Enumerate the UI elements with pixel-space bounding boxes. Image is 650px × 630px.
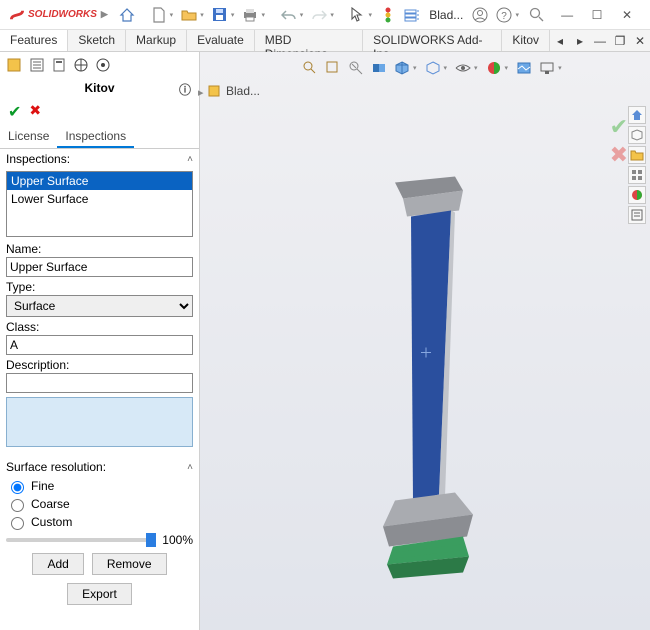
- doc-restore-button[interactable]: ❐: [610, 30, 630, 51]
- panel-icon-row: [0, 52, 199, 78]
- tab-inspections[interactable]: Inspections: [57, 126, 134, 148]
- open-icon[interactable]: [178, 3, 200, 27]
- list-item[interactable]: Lower Surface: [7, 190, 192, 208]
- view-orientation-icon[interactable]: [392, 58, 412, 78]
- description-label: Description:: [0, 355, 199, 373]
- hide-show-icon[interactable]: [453, 58, 473, 78]
- display-manager-icon[interactable]: [94, 56, 112, 74]
- export-button[interactable]: Export: [67, 583, 132, 605]
- zoom-fit-icon[interactable]: [300, 58, 320, 78]
- confirm-corner-cancel-icon[interactable]: ✖: [610, 142, 628, 168]
- section-view-icon[interactable]: [369, 58, 389, 78]
- panel-next-icon[interactable]: ▸: [570, 30, 590, 51]
- list-item[interactable]: Upper Surface: [7, 172, 192, 190]
- redo-icon[interactable]: [308, 3, 330, 27]
- design-library-icon[interactable]: [628, 126, 646, 144]
- scene-icon[interactable]: [514, 58, 534, 78]
- class-field[interactable]: [6, 335, 193, 355]
- name-label: Name:: [0, 239, 199, 257]
- search-icon[interactable]: [524, 3, 548, 27]
- description-field[interactable]: [6, 373, 193, 393]
- command-tabs: Features Sketch Markup Evaluate MBD Dime…: [0, 30, 650, 52]
- user-icon[interactable]: [469, 3, 491, 27]
- prev-view-icon[interactable]: [346, 58, 366, 78]
- home-icon[interactable]: [116, 3, 138, 27]
- res-fine-radio[interactable]: [11, 481, 24, 494]
- view-palette-icon[interactable]: [628, 166, 646, 184]
- tab-markup[interactable]: Markup: [126, 30, 187, 51]
- collapse-inspections-icon[interactable]: ˄: [187, 154, 193, 165]
- tab-kitov[interactable]: Kitov: [502, 30, 550, 51]
- name-field[interactable]: [6, 257, 193, 277]
- doc-minimize-button[interactable]: —: [590, 30, 610, 51]
- inspections-label: Inspections:: [6, 152, 70, 166]
- tab-features[interactable]: Features: [0, 30, 68, 51]
- res-coarse-radio[interactable]: [11, 499, 24, 512]
- resources-icon[interactable]: [628, 106, 646, 124]
- inspections-list[interactable]: Upper Surface Lower Surface: [6, 171, 193, 237]
- window-controls: — ☐ ✕: [524, 3, 646, 27]
- display-style-icon[interactable]: [423, 58, 443, 78]
- type-label: Type:: [0, 277, 199, 295]
- close-button[interactable]: ✕: [612, 3, 642, 27]
- help-icon[interactable]: ?: [493, 3, 515, 27]
- confirm-corner-ok-icon[interactable]: ✔: [610, 114, 628, 140]
- appearances-pane-icon[interactable]: [628, 186, 646, 204]
- tab-addins[interactable]: SOLIDWORKS Add-Ins: [363, 30, 502, 51]
- flyout-doc-tab[interactable]: Blad...: [208, 84, 260, 98]
- res-custom-label: Custom: [31, 515, 72, 529]
- flyout-tree-toggle[interactable]: ▸: [198, 86, 204, 99]
- property-manager-icon[interactable]: [28, 56, 46, 74]
- custom-props-icon[interactable]: [628, 206, 646, 224]
- select-icon[interactable]: [346, 3, 368, 27]
- appearance-icon[interactable]: [484, 58, 504, 78]
- new-icon[interactable]: [147, 3, 169, 27]
- res-coarse-label: Coarse: [31, 497, 70, 511]
- feature-tree-icon[interactable]: [6, 56, 24, 74]
- remove-button[interactable]: Remove: [92, 553, 167, 575]
- cancel-button[interactable]: ✖: [29, 102, 41, 122]
- slider-value: 100%: [162, 533, 193, 547]
- save-icon[interactable]: [209, 3, 231, 27]
- collapse-resolution-icon[interactable]: ˄: [187, 462, 193, 473]
- undo-icon[interactable]: [278, 3, 300, 27]
- resolution-slider[interactable]: [6, 538, 156, 542]
- class-label: Class:: [0, 317, 199, 335]
- task-pane: [628, 106, 646, 224]
- graphics-viewport[interactable]: ▸ ▾ ▾ ▾ ▾ ▾ Blad... ✔ ✖: [200, 52, 650, 630]
- zoom-area-icon[interactable]: [323, 58, 343, 78]
- tab-mbd[interactable]: MBD Dimensions: [255, 30, 363, 51]
- maximize-button[interactable]: ☐: [582, 3, 612, 27]
- preview-color-box: [6, 397, 193, 447]
- panel-title: Kitov ⓘ: [0, 78, 199, 98]
- resolution-label: Surface resolution:: [6, 460, 106, 474]
- tab-sketch[interactable]: Sketch: [68, 30, 126, 51]
- config-manager-icon[interactable]: [50, 56, 68, 74]
- doc-close-button[interactable]: ✕: [630, 30, 650, 51]
- model-blade: [355, 164, 495, 587]
- tab-evaluate[interactable]: Evaluate: [187, 30, 255, 51]
- confirm-button[interactable]: ✔: [8, 102, 21, 122]
- file-explorer-icon[interactable]: [628, 146, 646, 164]
- panel-help-icon[interactable]: ⓘ: [179, 81, 191, 98]
- minimize-button[interactable]: —: [552, 3, 582, 27]
- add-button[interactable]: Add: [32, 553, 83, 575]
- doc-title-short: Blad...: [425, 8, 467, 22]
- title-toolbar: SOLIDWORKS ▶ ▾ ▾ ▾ ▾ ▾ ▾ ▾ Blad... ?▾ — …: [0, 0, 650, 30]
- options-icon[interactable]: [401, 3, 423, 27]
- type-select[interactable]: Surface: [6, 295, 193, 317]
- res-fine-label: Fine: [31, 479, 54, 493]
- app-logo: SOLIDWORKS ▶: [4, 8, 114, 22]
- svg-text:?: ?: [502, 11, 508, 22]
- res-custom-radio[interactable]: [11, 517, 24, 530]
- rebuild-icon[interactable]: [377, 3, 399, 27]
- panel-prev-icon[interactable]: ◂: [550, 30, 570, 51]
- print-icon[interactable]: [239, 3, 261, 27]
- panel-tabs: License Inspections: [0, 126, 199, 149]
- view-settings-icon[interactable]: [537, 58, 557, 78]
- property-manager: Kitov ⓘ ✔ ✖ License Inspections Inspecti…: [0, 52, 200, 630]
- tab-license[interactable]: License: [0, 126, 57, 148]
- heads-up-toolbar: ▾ ▾ ▾ ▾ ▾: [300, 58, 565, 78]
- dimxpert-icon[interactable]: [72, 56, 90, 74]
